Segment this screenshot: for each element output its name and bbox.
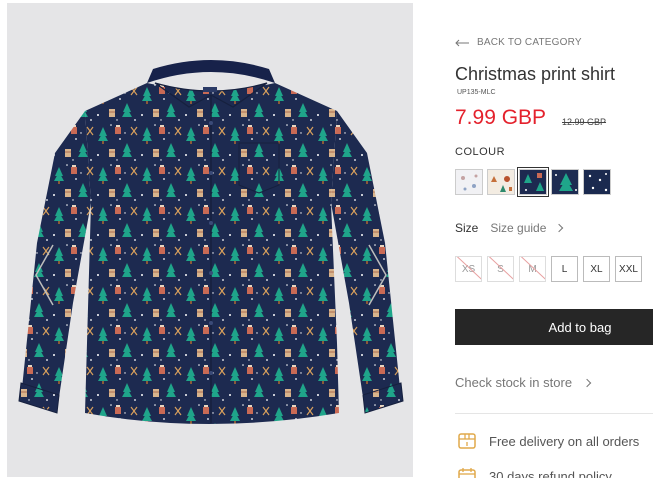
- check-stock-label: Check stock in store: [455, 375, 573, 390]
- perk-label: Free delivery on all orders: [489, 433, 640, 449]
- colour-swatch-white[interactable]: [455, 169, 483, 195]
- calendar-icon: [458, 468, 476, 478]
- back-link-label: BACK TO CATEGORY: [477, 37, 582, 48]
- back-to-category-link[interactable]: BACK TO CATEGORY: [455, 37, 582, 48]
- perk-label: 30 days refund policy: [489, 468, 612, 478]
- product-image: [18, 60, 404, 424]
- size-option-xs[interactable]: XS: [455, 256, 482, 282]
- colour-swatch-navy-trees[interactable]: [551, 169, 579, 195]
- size-option-xl[interactable]: XL: [583, 256, 610, 282]
- product-sku: UP135-MLC: [457, 89, 496, 96]
- colour-swatches: [455, 167, 611, 197]
- size-option-s[interactable]: S: [487, 256, 514, 282]
- size-option-l[interactable]: L: [551, 256, 578, 282]
- size-label: Size: [455, 221, 479, 235]
- chevron-right-icon: [582, 378, 592, 387]
- delivery-box-icon: [458, 433, 476, 449]
- size-guide-link[interactable]: Size guide: [490, 221, 546, 235]
- size-option-xxl[interactable]: XXL: [615, 256, 642, 282]
- current-price: 7.99 GBP: [455, 106, 547, 129]
- colour-swatch-navy-print[interactable]: [517, 167, 549, 197]
- product-gallery: [7, 3, 413, 477]
- perk-refund: 30 days refund policy: [457, 466, 612, 478]
- product-info: BACK TO CATEGORY Christmas print shirt U…: [455, 0, 653, 478]
- divider: [455, 413, 653, 414]
- product-title: Christmas print shirt: [455, 64, 616, 84]
- colour-swatch-navy-dots[interactable]: [583, 169, 611, 195]
- size-option-m[interactable]: M: [519, 256, 546, 282]
- chevron-left-icon[interactable]: [33, 243, 55, 307]
- check-stock-link[interactable]: Check stock in store: [455, 375, 592, 390]
- perk-free-delivery: Free delivery on all orders: [457, 431, 639, 451]
- colour-swatch-beige[interactable]: [487, 169, 515, 195]
- chevron-right-icon[interactable]: [367, 243, 389, 307]
- add-to-bag-button[interactable]: Add to bag: [455, 309, 653, 345]
- size-options: XS S M L XL XXL: [455, 256, 642, 282]
- old-price: 12.99 GBP: [562, 117, 607, 127]
- back-arrow-icon: [455, 39, 469, 46]
- chevron-right-icon: [555, 223, 564, 233]
- size-row: Size Size guide: [455, 221, 564, 235]
- colour-label: COLOUR: [455, 146, 506, 158]
